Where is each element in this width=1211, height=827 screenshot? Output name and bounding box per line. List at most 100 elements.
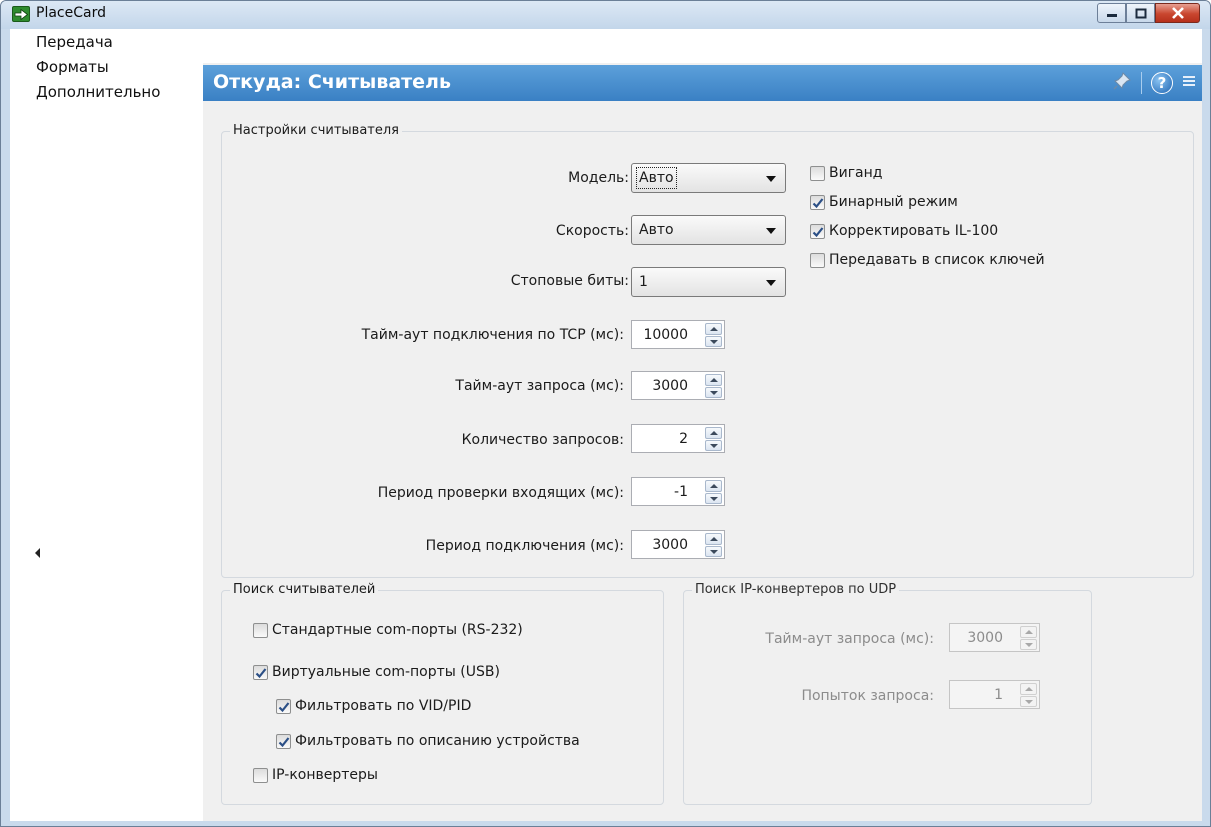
udp-attempts-spinner[interactable]: 1 (949, 680, 1040, 709)
send-to-keylist-checkbox[interactable]: Передавать в список ключей (810, 252, 1045, 268)
pin-icon (1113, 72, 1131, 90)
menu-button[interactable] (1182, 74, 1196, 92)
close-icon (1171, 7, 1184, 19)
request-count-spinner[interactable]: 2 (631, 424, 725, 453)
pin-button[interactable] (1112, 71, 1132, 95)
spin-up-button[interactable] (1020, 626, 1037, 638)
filter-vid-pid-checkbox[interactable]: Фильтровать по VID/PID (276, 698, 471, 714)
model-label: Модель: (568, 170, 629, 186)
spin-up-button[interactable] (705, 533, 722, 545)
stop-bits-label: Стоповые биты: (510, 273, 629, 289)
minimize-icon (1106, 14, 1117, 17)
tcp-timeout-spinner[interactable]: 10000 (631, 320, 725, 349)
sidebar-item-formats[interactable]: Форматы (36, 58, 109, 76)
checkmark-icon (812, 226, 824, 237)
reader-settings-legend: Настройки считывателя (230, 123, 402, 138)
binary-mode-checkbox[interactable]: Бинарный режим (810, 194, 958, 210)
checkbox-box (276, 733, 291, 749)
spin-up-button[interactable] (705, 323, 722, 335)
minimize-button[interactable] (1097, 3, 1126, 23)
request-timeout-value: 3000 (652, 378, 688, 394)
spin-up-button[interactable] (705, 480, 722, 492)
checkbox-box (810, 223, 825, 239)
stop-bits-select[interactable]: 1 (631, 267, 786, 297)
header-toolbar: ? (1112, 71, 1196, 95)
request-count-label: Количество запросов: (461, 432, 624, 448)
app-icon (12, 6, 30, 22)
spin-down-button[interactable] (705, 492, 722, 504)
connect-period-spinner[interactable]: 3000 (631, 530, 725, 559)
close-button[interactable] (1155, 3, 1200, 23)
sidebar-item-transfer[interactable]: Передача (36, 33, 113, 51)
wiegand-label: Виганд (829, 165, 883, 181)
checkmark-icon (812, 197, 824, 208)
model-select[interactable]: Авто (631, 163, 786, 193)
checkmark-icon (278, 701, 290, 712)
speed-label: Скорость: (555, 223, 629, 239)
virtual-com-ports-label: Виртуальные com-порты (USB) (272, 664, 500, 680)
checkbox-box (276, 698, 291, 714)
spin-down-button[interactable] (705, 335, 722, 347)
reader-search-group: Поиск считывателей Стандартные com-порты… (221, 582, 664, 805)
spin-down-button[interactable] (1020, 695, 1037, 707)
binary-mode-label: Бинарный режим (829, 194, 958, 210)
window-title: PlaceCard (36, 5, 106, 21)
incoming-period-label: Период проверки входящих (мс): (377, 485, 624, 501)
speed-value: Авто (639, 222, 674, 238)
checkmark-icon (255, 667, 267, 678)
checkbox-box (810, 194, 825, 210)
correct-il100-label: Корректировать IL-100 (829, 223, 999, 239)
chevron-down-icon (766, 280, 776, 286)
connect-period-label: Период подключения (мс): (425, 538, 624, 554)
help-icon[interactable]: ? (1151, 72, 1173, 94)
collapse-sidebar-button[interactable] (35, 547, 41, 562)
wiegand-checkbox[interactable]: Виганд (810, 165, 882, 181)
header-separator (1141, 72, 1142, 94)
udp-request-timeout-spinner[interactable]: 3000 (949, 623, 1040, 652)
speed-select[interactable]: Авто (631, 215, 786, 245)
udp-request-timeout-label: Тайм-аут запроса (мс): (765, 631, 934, 647)
title-bar[interactable]: PlaceCard (1, 1, 1210, 29)
udp-search-legend: Поиск IP-конвертеров по UDP (692, 582, 900, 597)
chevron-down-icon (766, 228, 776, 234)
hamburger-menu-icon (1183, 76, 1195, 86)
spin-down-button[interactable] (705, 439, 722, 451)
udp-attempts-label: Попыток запроса: (801, 688, 934, 704)
filter-device-description-checkbox[interactable]: Фильтровать по описанию устройства (276, 733, 580, 749)
sidebar-item-advanced[interactable]: Дополнительно (36, 83, 160, 101)
window-controls (1097, 3, 1200, 23)
request-timeout-spinner[interactable]: 3000 (631, 371, 725, 400)
spin-down-button[interactable] (1020, 638, 1037, 650)
connect-period-value: 3000 (652, 537, 688, 553)
checkbox-box (253, 664, 268, 680)
maximize-icon (1135, 8, 1146, 18)
model-value: Авто (636, 167, 677, 189)
udp-request-timeout-value: 3000 (967, 630, 1003, 646)
request-count-value: 2 (679, 431, 688, 447)
incoming-period-spinner[interactable]: -1 (631, 477, 725, 506)
standard-com-ports-checkbox[interactable]: Стандартные com-порты (RS-232) (253, 622, 523, 638)
checkbox-box (810, 252, 825, 268)
reader-search-legend: Поиск считывателей (230, 582, 379, 597)
spin-up-button[interactable] (705, 427, 722, 439)
spin-up-button[interactable] (1020, 683, 1037, 695)
page-header: Откуда: Считыватель ? (203, 65, 1202, 101)
checkmark-icon (278, 736, 290, 747)
tcp-timeout-label: Тайм-аут подключения по TCP (мс): (361, 327, 624, 343)
checkbox-box (253, 622, 268, 638)
spin-down-button[interactable] (705, 386, 722, 398)
checkbox-box (253, 767, 268, 783)
spin-down-button[interactable] (705, 545, 722, 557)
stop-bits-value: 1 (639, 274, 648, 290)
request-timeout-label: Тайм-аут запроса (мс): (455, 378, 624, 394)
ip-converters-checkbox[interactable]: IP-конвертеры (253, 767, 378, 783)
send-to-keylist-label: Передавать в список ключей (829, 252, 1045, 268)
virtual-com-ports-checkbox[interactable]: Виртуальные com-порты (USB) (253, 664, 500, 680)
incoming-period-value: -1 (674, 484, 688, 500)
filter-device-description-label: Фильтровать по описанию устройства (295, 733, 580, 749)
maximize-button[interactable] (1126, 3, 1155, 23)
spin-up-button[interactable] (705, 374, 722, 386)
filter-vid-pid-label: Фильтровать по VID/PID (295, 698, 472, 714)
correct-il100-checkbox[interactable]: Корректировать IL-100 (810, 223, 998, 239)
caret-left-icon (35, 548, 40, 558)
